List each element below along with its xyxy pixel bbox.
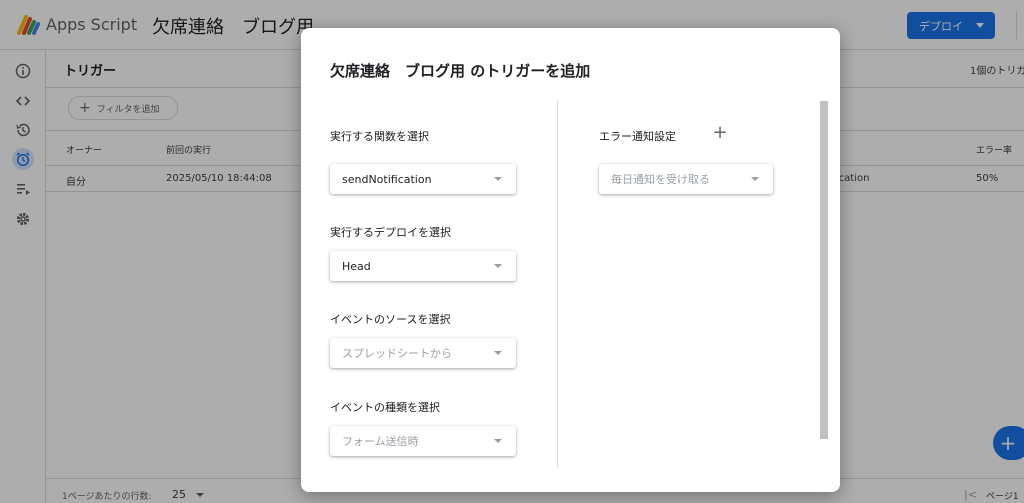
event-type-value: フォーム送信時 [342,435,419,448]
deploy-select[interactable]: Head [330,251,516,281]
function-select-label: 実行する関数を選択 [330,130,429,143]
caret-down-icon [751,177,759,181]
column-divider [557,100,558,468]
error-notification-value: 毎日通知を受け取る [611,173,710,186]
add-trigger-dialog: 欠席連絡 ブログ用 のトリガーを追加 実行する関数を選択 sendNotific… [301,28,840,492]
event-source-label: イベントのソースを選択 [330,313,451,326]
add-notification-icon[interactable]: + [711,122,729,143]
event-type-select[interactable]: フォーム送信時 [330,426,516,456]
event-source-value: スプレッドシートから [342,347,452,360]
error-notification-label: エラー通知設定 [599,130,676,143]
deploy-select-label: 実行するデプロイを選択 [330,226,451,239]
caret-down-icon [494,351,502,355]
event-type-label: イベントの種類を選択 [330,401,440,414]
caret-down-icon [494,439,502,443]
event-source-select[interactable]: スプレッドシートから [330,338,516,368]
dialog-title: 欠席連絡 ブログ用 のトリガーを追加 [330,62,591,80]
caret-down-icon [494,177,502,181]
dialog-scrollbar[interactable] [820,101,828,439]
caret-down-icon [494,264,502,268]
error-notification-select[interactable]: 毎日通知を受け取る [599,164,773,194]
deploy-select-value: Head [342,259,371,273]
function-select[interactable]: sendNotification [330,164,516,194]
function-select-value: sendNotification [342,172,432,186]
